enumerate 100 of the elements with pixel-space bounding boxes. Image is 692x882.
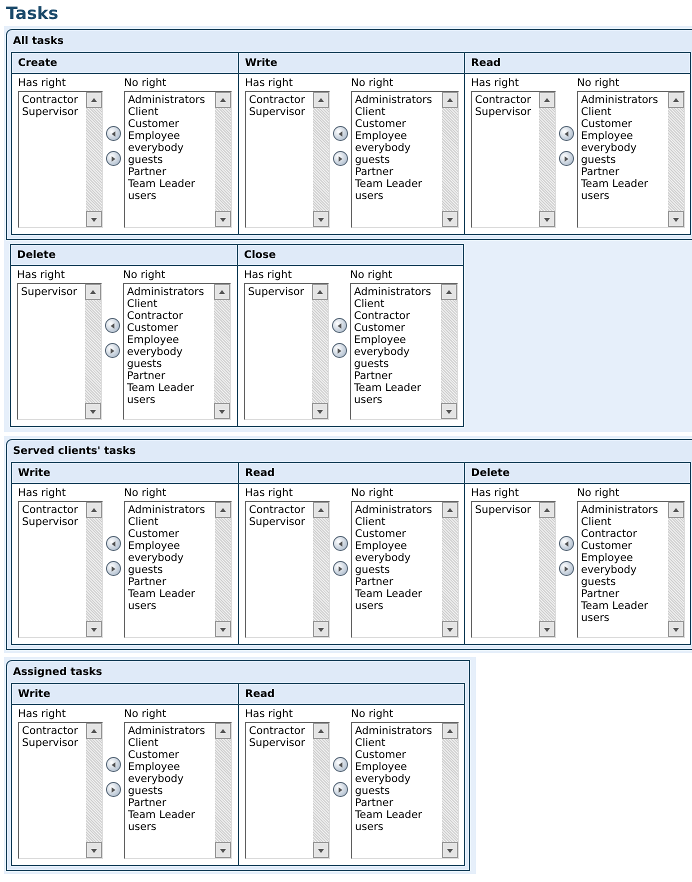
- scroll-up-button[interactable]: [442, 502, 458, 518]
- list-option[interactable]: Contractor: [22, 725, 83, 737]
- list-option[interactable]: Contractor: [475, 94, 536, 106]
- list-option[interactable]: Client: [128, 516, 212, 528]
- list-box[interactable]: Administrators Client Customer Employee everybody guests Partner Team Leader users: [577, 91, 685, 228]
- move-right-button[interactable]: [332, 343, 347, 358]
- scroll-up-button[interactable]: [312, 284, 328, 300]
- list-option[interactable]: Administrators: [355, 94, 439, 106]
- list-option[interactable]: guests: [581, 154, 665, 166]
- list-option[interactable]: Customer: [128, 118, 212, 130]
- scroll-down-button[interactable]: [312, 403, 328, 419]
- list-box[interactable]: Contractor Supervisor: [471, 91, 556, 228]
- list-option[interactable]: everybody: [581, 564, 665, 576]
- scroll-down-button[interactable]: [442, 211, 458, 227]
- list-option[interactable]: Administrators: [128, 504, 212, 516]
- list-option[interactable]: guests: [128, 785, 212, 797]
- list-option[interactable]: Partner: [128, 166, 212, 178]
- move-left-button[interactable]: [106, 757, 121, 772]
- list-option[interactable]: Client: [127, 298, 211, 310]
- scroll-down-button[interactable]: [214, 403, 230, 419]
- list-option[interactable]: Supervisor: [22, 106, 83, 118]
- scroll-up-button[interactable]: [215, 92, 231, 108]
- list-option[interactable]: guests: [128, 564, 212, 576]
- scroll-down-button[interactable]: [539, 211, 555, 227]
- list-option[interactable]: everybody: [128, 773, 212, 785]
- list-option[interactable]: Employee: [355, 761, 439, 773]
- list-option[interactable]: users: [128, 600, 212, 612]
- list-option[interactable]: Team Leader: [128, 809, 212, 821]
- list-option[interactable]: Employee: [128, 540, 212, 552]
- list-option[interactable]: everybody: [128, 552, 212, 564]
- list-option[interactable]: Client: [581, 106, 665, 118]
- list-option[interactable]: Partner: [581, 166, 665, 178]
- scroll-up-button[interactable]: [442, 723, 458, 739]
- list-option[interactable]: Customer: [355, 118, 439, 130]
- list-box[interactable]: Contractor Supervisor: [18, 722, 103, 859]
- list-option[interactable]: Partner: [128, 797, 212, 809]
- list-option[interactable]: Partner: [127, 370, 211, 382]
- list-option[interactable]: Client: [581, 516, 665, 528]
- scroll-down-button[interactable]: [215, 621, 231, 637]
- list-option[interactable]: Contractor: [22, 504, 83, 516]
- list-option[interactable]: Employee: [128, 761, 212, 773]
- move-right-button[interactable]: [559, 561, 574, 576]
- scroll-down-button[interactable]: [86, 211, 102, 227]
- list-option[interactable]: Partner: [581, 588, 665, 600]
- move-left-button[interactable]: [559, 536, 574, 551]
- scroll-down-button[interactable]: [442, 842, 458, 858]
- move-left-button[interactable]: [106, 536, 121, 551]
- scroll-up-button[interactable]: [86, 723, 102, 739]
- list-box[interactable]: Contractor Supervisor: [18, 91, 103, 228]
- list-option[interactable]: Team Leader: [581, 178, 665, 190]
- list-option[interactable]: Client: [354, 298, 438, 310]
- list-option[interactable]: Team Leader: [128, 588, 212, 600]
- scroll-down-button[interactable]: [668, 211, 684, 227]
- list-option[interactable]: Client: [128, 106, 212, 118]
- list-option[interactable]: Team Leader: [355, 588, 439, 600]
- list-option[interactable]: Team Leader: [581, 600, 665, 612]
- list-box[interactable]: Administrators Client Customer Employee everybody guests Partner Team Leader users: [124, 91, 232, 228]
- move-right-button[interactable]: [333, 561, 348, 576]
- scroll-up-button[interactable]: [539, 92, 555, 108]
- list-option[interactable]: Supervisor: [249, 106, 310, 118]
- list-option[interactable]: users: [581, 612, 665, 624]
- scroll-down-button[interactable]: [85, 403, 101, 419]
- scroll-down-button[interactable]: [442, 621, 458, 637]
- list-option[interactable]: Team Leader: [355, 178, 439, 190]
- scroll-down-button[interactable]: [215, 842, 231, 858]
- list-option[interactable]: Customer: [128, 749, 212, 761]
- list-option[interactable]: Client: [128, 737, 212, 749]
- list-box[interactable]: Administrators Client Customer Employee everybody guests Partner Team Leader users: [124, 722, 232, 859]
- move-left-button[interactable]: [333, 126, 348, 141]
- list-option[interactable]: guests: [355, 154, 439, 166]
- scroll-down-button[interactable]: [313, 842, 329, 858]
- scroll-up-button[interactable]: [86, 502, 102, 518]
- list-option[interactable]: Contractor: [249, 725, 310, 737]
- list-option[interactable]: everybody: [128, 142, 212, 154]
- list-option[interactable]: Client: [355, 106, 439, 118]
- list-option[interactable]: Administrators: [355, 504, 439, 516]
- list-option[interactable]: Supervisor: [249, 737, 310, 749]
- move-left-button[interactable]: [333, 536, 348, 551]
- move-left-button[interactable]: [332, 318, 347, 333]
- scroll-up-button[interactable]: [313, 502, 329, 518]
- list-option[interactable]: Contractor: [581, 528, 665, 540]
- list-box[interactable]: Administrators Client Customer Employee everybody guests Partner Team Leader users: [351, 722, 459, 859]
- list-box[interactable]: Contractor Supervisor: [245, 501, 330, 638]
- list-option[interactable]: Administrators: [581, 504, 665, 516]
- list-option[interactable]: Administrators: [355, 725, 439, 737]
- list-box[interactable]: Contractor Supervisor: [245, 91, 330, 228]
- list-option[interactable]: Team Leader: [127, 382, 211, 394]
- move-right-button[interactable]: [106, 561, 121, 576]
- list-option[interactable]: users: [128, 190, 212, 202]
- list-option[interactable]: Client: [355, 516, 439, 528]
- list-option[interactable]: Employee: [128, 130, 212, 142]
- scroll-up-button[interactable]: [86, 92, 102, 108]
- list-option[interactable]: Supervisor: [21, 286, 82, 298]
- list-option[interactable]: users: [355, 190, 439, 202]
- list-option[interactable]: users: [354, 394, 438, 406]
- list-option[interactable]: Contractor: [127, 310, 211, 322]
- list-option[interactable]: Supervisor: [249, 516, 310, 528]
- list-option[interactable]: Administrators: [128, 94, 212, 106]
- list-option[interactable]: Customer: [355, 749, 439, 761]
- list-option[interactable]: users: [127, 394, 211, 406]
